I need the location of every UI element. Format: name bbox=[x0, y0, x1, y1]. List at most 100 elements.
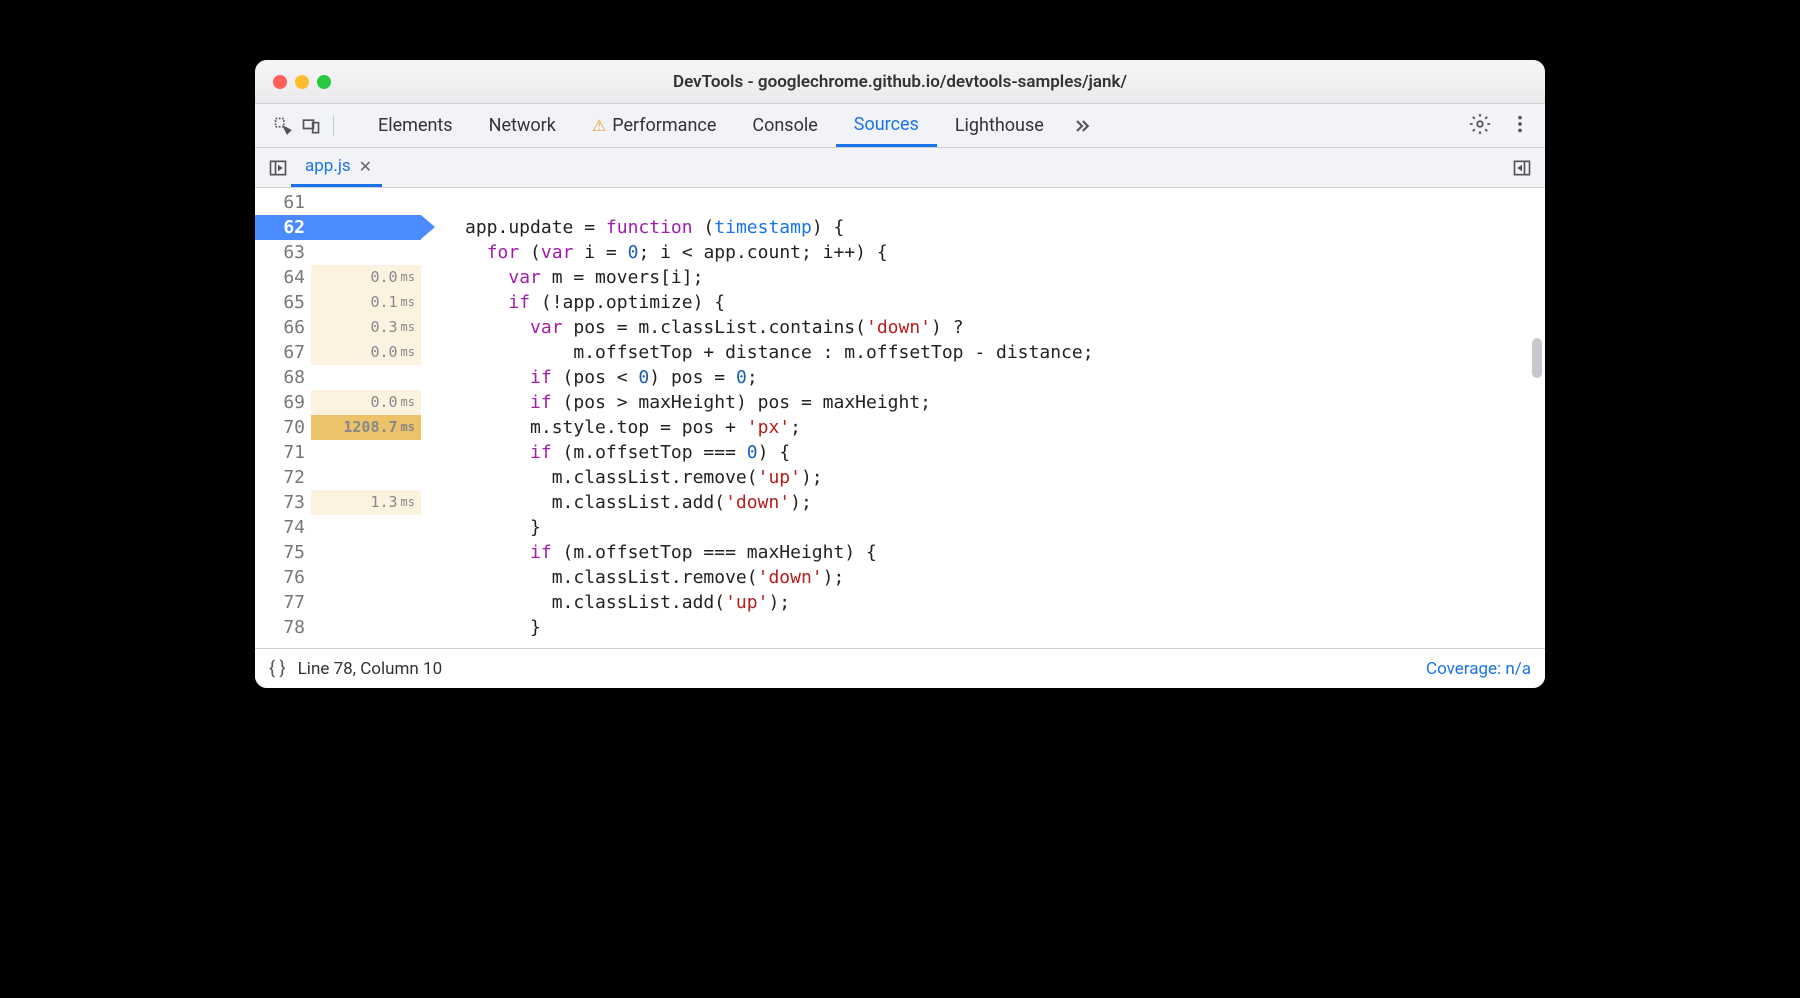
pretty-print-icon[interactable]: { } bbox=[269, 658, 286, 679]
tab-label: Elements bbox=[378, 115, 453, 136]
tab-label: Performance bbox=[612, 115, 716, 136]
gutter-row[interactable]: 78 bbox=[255, 615, 421, 640]
tab-label: Network bbox=[489, 115, 556, 136]
gutter-row[interactable]: 62 bbox=[255, 215, 421, 240]
line-timing bbox=[311, 465, 421, 490]
panel-tab-elements[interactable]: Elements bbox=[360, 104, 471, 147]
line-number: 62 bbox=[255, 215, 311, 240]
window-maximize-button[interactable] bbox=[317, 75, 331, 89]
code-line: var m = movers[i]; bbox=[465, 265, 1545, 290]
line-timing: 0.0 ms bbox=[311, 265, 421, 290]
code-line: if (m.offsetTop === maxHeight) { bbox=[465, 540, 1545, 565]
line-number: 67 bbox=[255, 340, 311, 365]
gutter-row[interactable]: 640.0 ms bbox=[255, 265, 421, 290]
line-timing bbox=[311, 615, 421, 640]
code-line: } bbox=[465, 515, 1545, 540]
line-gutter[interactable]: 616263640.0 ms650.1 ms660.3 ms670.0 ms68… bbox=[255, 188, 421, 648]
line-number: 75 bbox=[255, 540, 311, 565]
gutter-row[interactable]: 61 bbox=[255, 190, 421, 215]
line-timing: 0.3 ms bbox=[311, 315, 421, 340]
code-line: m.classList.add('down'); bbox=[465, 490, 1545, 515]
devtools-window: DevTools - googlechrome.github.io/devtoo… bbox=[255, 60, 1545, 688]
line-timing bbox=[311, 240, 421, 265]
line-number: 77 bbox=[255, 590, 311, 615]
gutter-row[interactable]: 660.3 ms bbox=[255, 315, 421, 340]
line-timing bbox=[311, 365, 421, 390]
code-line: m.offsetTop + distance : m.offsetTop - d… bbox=[465, 340, 1545, 365]
gutter-row[interactable]: 74 bbox=[255, 515, 421, 540]
main-toolbar: Elements Network ⚠ Performance Console Source… bbox=[255, 104, 1545, 148]
tab-label: Console bbox=[752, 115, 817, 136]
gutter-row[interactable]: 63 bbox=[255, 240, 421, 265]
line-number: 68 bbox=[255, 365, 311, 390]
code-line: if (!app.optimize) { bbox=[465, 290, 1545, 315]
gutter-row[interactable]: 731.3 ms bbox=[255, 490, 421, 515]
line-timing bbox=[311, 215, 421, 240]
line-timing bbox=[311, 565, 421, 590]
panel-tab-sources[interactable]: Sources bbox=[836, 104, 937, 147]
panel-tabs: Elements Network ⚠ Performance Console Source… bbox=[360, 104, 1062, 147]
code-line: m.style.top = pos + 'px'; bbox=[465, 415, 1545, 440]
panel-tab-console[interactable]: Console bbox=[734, 104, 835, 147]
line-number: 69 bbox=[255, 390, 311, 415]
code-line: if (pos < 0) pos = 0; bbox=[465, 365, 1545, 390]
device-toolbar-icon[interactable] bbox=[297, 112, 325, 140]
line-timing bbox=[311, 190, 421, 215]
gutter-row[interactable]: 68 bbox=[255, 365, 421, 390]
line-number: 66 bbox=[255, 315, 311, 340]
line-number: 73 bbox=[255, 490, 311, 515]
tab-label: Lighthouse bbox=[955, 115, 1044, 136]
statusbar: { } Line 78, Column 10 Coverage: n/a bbox=[255, 648, 1545, 688]
gutter-row[interactable]: 650.1 ms bbox=[255, 290, 421, 315]
tab-label: Sources bbox=[854, 114, 919, 135]
gutter-row[interactable]: 670.0 ms bbox=[255, 340, 421, 365]
line-timing bbox=[311, 540, 421, 565]
line-number: 65 bbox=[255, 290, 311, 315]
close-tab-icon[interactable]: ✕ bbox=[359, 157, 372, 176]
code-content[interactable]: app.update = function (timestamp) { for … bbox=[421, 188, 1545, 648]
file-tab-label: app.js bbox=[305, 156, 351, 176]
line-timing bbox=[311, 590, 421, 615]
gutter-row[interactable]: 76 bbox=[255, 565, 421, 590]
gutter-row[interactable]: 77 bbox=[255, 590, 421, 615]
traffic-lights bbox=[255, 75, 331, 89]
panel-tab-performance[interactable]: ⚠ Performance bbox=[574, 104, 734, 147]
file-tab-appjs[interactable]: app.js ✕ bbox=[291, 148, 382, 187]
window-minimize-button[interactable] bbox=[295, 75, 309, 89]
code-line: } bbox=[465, 615, 1545, 640]
code-line bbox=[465, 190, 1545, 215]
more-tabs-icon[interactable] bbox=[1068, 112, 1096, 140]
line-timing: 1208.7 ms bbox=[311, 415, 421, 440]
warning-icon: ⚠ bbox=[592, 116, 606, 135]
line-timing: 0.1 ms bbox=[311, 290, 421, 315]
code-line: app.update = function (timestamp) { bbox=[465, 215, 1545, 240]
gutter-row[interactable]: 690.0 ms bbox=[255, 390, 421, 415]
inspect-element-icon[interactable] bbox=[269, 112, 297, 140]
show-navigator-icon[interactable] bbox=[265, 155, 291, 181]
gutter-row[interactable]: 72 bbox=[255, 465, 421, 490]
line-timing bbox=[311, 440, 421, 465]
line-number: 63 bbox=[255, 240, 311, 265]
line-number: 70 bbox=[255, 415, 311, 440]
panel-tab-lighthouse[interactable]: Lighthouse bbox=[937, 104, 1062, 147]
gutter-row[interactable]: 701208.7 ms bbox=[255, 415, 421, 440]
cursor-position: Line 78, Column 10 bbox=[298, 659, 442, 679]
code-line: m.classList.remove('up'); bbox=[465, 465, 1545, 490]
scrollbar-thumb[interactable] bbox=[1532, 338, 1542, 378]
more-options-icon[interactable] bbox=[1509, 113, 1531, 139]
panel-tab-network[interactable]: Network bbox=[471, 104, 574, 147]
settings-icon[interactable] bbox=[1469, 113, 1491, 139]
sources-subtoolbar: app.js ✕ bbox=[255, 148, 1545, 188]
line-timing: 0.0 ms bbox=[311, 390, 421, 415]
coverage-link[interactable]: Coverage: n/a bbox=[1426, 659, 1531, 679]
line-timing bbox=[311, 515, 421, 540]
window-close-button[interactable] bbox=[273, 75, 287, 89]
line-number: 61 bbox=[255, 190, 311, 215]
window-title: DevTools - googlechrome.github.io/devtoo… bbox=[255, 72, 1545, 92]
gutter-row[interactable]: 71 bbox=[255, 440, 421, 465]
code-line: if (m.offsetTop === 0) { bbox=[465, 440, 1545, 465]
show-debugger-icon[interactable] bbox=[1509, 155, 1535, 181]
code-editor[interactable]: 616263640.0 ms650.1 ms660.3 ms670.0 ms68… bbox=[255, 188, 1545, 648]
window-titlebar: DevTools - googlechrome.github.io/devtoo… bbox=[255, 60, 1545, 104]
gutter-row[interactable]: 75 bbox=[255, 540, 421, 565]
